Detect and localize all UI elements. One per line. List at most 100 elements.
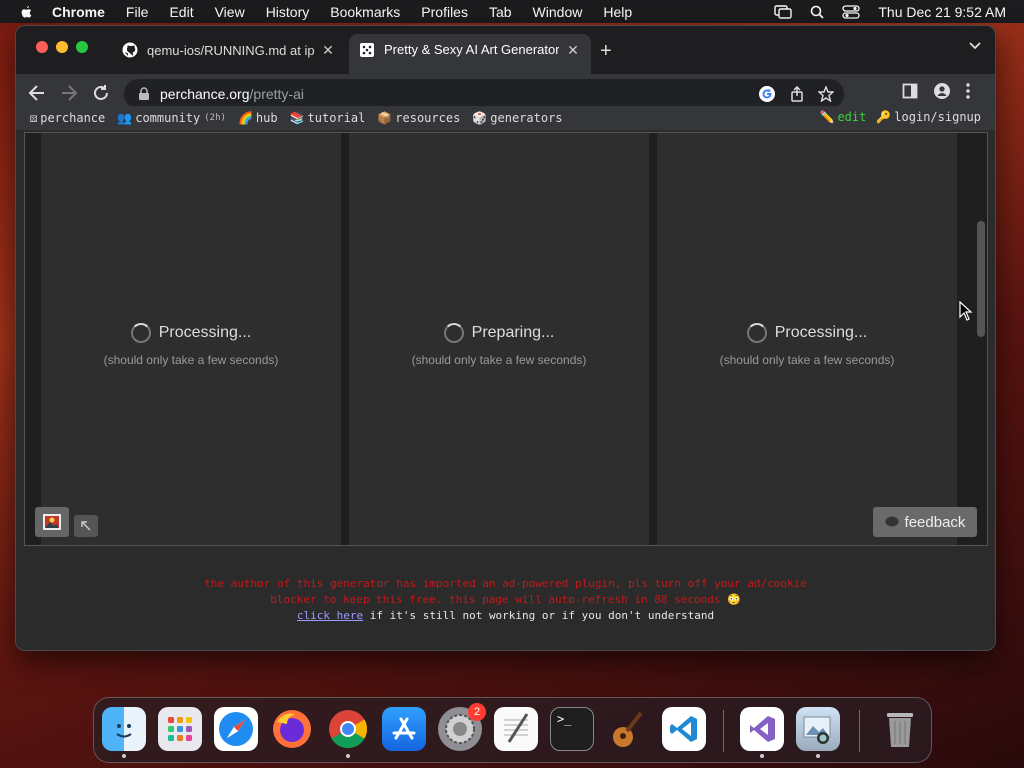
screen-mirroring-icon[interactable] — [774, 4, 793, 19]
address-bar[interactable]: perchance.org/pretty-ai — [124, 79, 844, 109]
site-info-icon[interactable] — [138, 87, 150, 101]
launchpad-icon[interactable] — [158, 707, 202, 751]
dock: 2 >_ — [93, 697, 932, 763]
bookmark-star-icon[interactable] — [818, 86, 834, 102]
rainbow-icon: 🌈 — [237, 111, 253, 125]
loading-spinner-icon — [130, 323, 151, 343]
reload-icon[interactable] — [92, 84, 110, 102]
speech-bubble-icon — [885, 516, 899, 527]
click-here-link[interactable]: click here — [297, 609, 363, 622]
menu-help[interactable]: Help — [603, 4, 632, 20]
adblock-notice: the author of this generator has importe… — [16, 576, 995, 624]
chrome-menu-icon[interactable] — [966, 83, 970, 99]
bookmark-community[interactable]: 👥 community (2h) — [117, 111, 226, 125]
google-lens-icon[interactable] — [758, 85, 776, 103]
new-tab-icon[interactable]: + — [600, 40, 612, 63]
status-text: Processing... — [158, 324, 252, 341]
tab-perchance[interactable]: Pretty & Sexy AI Art Generator ✕ — [349, 34, 591, 74]
share-icon[interactable] — [790, 86, 804, 102]
login-signup-link[interactable]: 🔑 login/signup — [876, 110, 981, 124]
tab-github[interactable]: qemu-ios/RUNNING.md at ipod ✕ — [112, 34, 346, 66]
back-arrow-icon[interactable] — [28, 84, 46, 102]
menu-edit[interactable]: Edit — [169, 4, 193, 20]
forward-arrow-icon[interactable] — [60, 84, 78, 102]
tab-github-close-icon[interactable]: ✕ — [320, 42, 336, 59]
bookmark-tutorial[interactable]: 📚 tutorial — [290, 111, 366, 125]
menu-history[interactable]: History — [266, 4, 310, 20]
menu-app-name[interactable]: Chrome — [52, 4, 105, 20]
expand-arrow-icon — [81, 521, 91, 531]
minimize-window-button[interactable] — [56, 41, 68, 53]
bookmark-extra: (2h) — [204, 113, 226, 123]
status-text: Processing... — [774, 324, 868, 341]
system-settings-icon[interactable]: 2 — [438, 703, 486, 751]
vscode-icon[interactable] — [662, 707, 706, 751]
apple-menu-icon[interactable] — [18, 4, 34, 20]
menu-window[interactable]: Window — [533, 4, 583, 20]
bookmark-perchance[interactable]: ⚄ perchance — [30, 111, 105, 125]
notice-line-3: if it's still not working or if you don'… — [363, 609, 715, 622]
edit-label: edit — [837, 110, 867, 124]
books-icon: 📚 — [289, 111, 305, 125]
image-gallery-button[interactable] — [35, 507, 69, 537]
mouse-cursor-icon — [959, 301, 973, 321]
tab-github-title: qemu-ios/RUNNING.md at ipod — [147, 42, 314, 58]
status-subtext: (should only take a few seconds) — [719, 353, 895, 367]
side-panel-icon[interactable] — [902, 83, 918, 99]
picture-icon — [43, 514, 61, 530]
bookmark-label: community — [135, 111, 201, 125]
menubar-clock[interactable]: Thu Dec 21 9:52 AM — [878, 4, 1006, 20]
image-panel: Processing... (should only take a few se… — [41, 133, 341, 545]
url-host: perchance.org — [160, 86, 250, 102]
window-controls — [36, 41, 88, 53]
dice-icon: ⚄ — [30, 111, 38, 125]
garageband-icon[interactable] — [606, 707, 650, 751]
notice-line-1: the author of this generator has importe… — [204, 577, 807, 590]
control-center-icon[interactable] — [842, 4, 861, 19]
image-panel: Processing... (should only take a few se… — [657, 133, 957, 545]
preview-icon[interactable] — [796, 707, 840, 758]
chrome-icon[interactable] — [326, 707, 370, 758]
tab-perchance-close-icon[interactable]: ✕ — [565, 42, 581, 59]
tab-bar: qemu-ios/RUNNING.md at ipod ✕ Pretty & S… — [16, 26, 995, 74]
dock-separator — [859, 710, 860, 752]
status-text: Preparing... — [471, 324, 555, 341]
gallery-scrollbar-track[interactable] — [973, 133, 987, 545]
safari-icon[interactable] — [214, 707, 258, 751]
menu-tab[interactable]: Tab — [489, 4, 512, 20]
textedit-icon[interactable] — [494, 707, 538, 751]
github-icon — [122, 42, 138, 58]
bookmark-hub[interactable]: 🌈 hub — [238, 111, 278, 125]
dock-separator — [723, 710, 724, 752]
panel-status: Processing... (should only take a few se… — [657, 323, 957, 367]
tab-search-chevron-icon[interactable] — [969, 42, 981, 50]
menu-view[interactable]: View — [215, 4, 245, 20]
panel-status: Preparing... (should only take a few sec… — [349, 323, 649, 367]
close-window-button[interactable] — [36, 41, 48, 53]
menu-bar: Chrome File Edit View History Bookmarks … — [0, 0, 1024, 23]
firefox-icon[interactable] — [270, 707, 314, 751]
page-content: Processing... (should only take a few se… — [16, 130, 995, 650]
visual-studio-icon[interactable] — [740, 707, 784, 758]
spotlight-search-icon[interactable] — [810, 5, 824, 19]
menu-bookmarks[interactable]: Bookmarks — [330, 4, 400, 20]
bookmark-generators[interactable]: 🎲 generators — [472, 111, 562, 125]
package-icon: 📦 — [377, 111, 393, 125]
menu-profiles[interactable]: Profiles — [421, 4, 468, 20]
profile-avatar-icon[interactable] — [934, 83, 950, 99]
edit-link[interactable]: ✏️ edit — [819, 110, 866, 124]
loading-spinner-icon — [746, 323, 767, 343]
finder-icon[interactable] — [102, 707, 146, 758]
feedback-button[interactable]: feedback — [873, 507, 977, 537]
expand-button[interactable] — [74, 515, 98, 537]
terminal-icon[interactable]: >_ — [550, 707, 594, 751]
pencil-icon: ✏️ — [819, 110, 835, 124]
die-icon: 🎲 — [472, 111, 488, 125]
bookmark-label: generators — [490, 111, 563, 125]
app-store-icon[interactable] — [382, 707, 426, 751]
zoom-window-button[interactable] — [76, 41, 88, 53]
gallery-scrollbar-thumb[interactable] — [977, 221, 985, 337]
trash-icon[interactable] — [878, 707, 922, 751]
bookmark-resources[interactable]: 📦 resources — [377, 111, 460, 125]
menu-file[interactable]: File — [126, 4, 149, 20]
